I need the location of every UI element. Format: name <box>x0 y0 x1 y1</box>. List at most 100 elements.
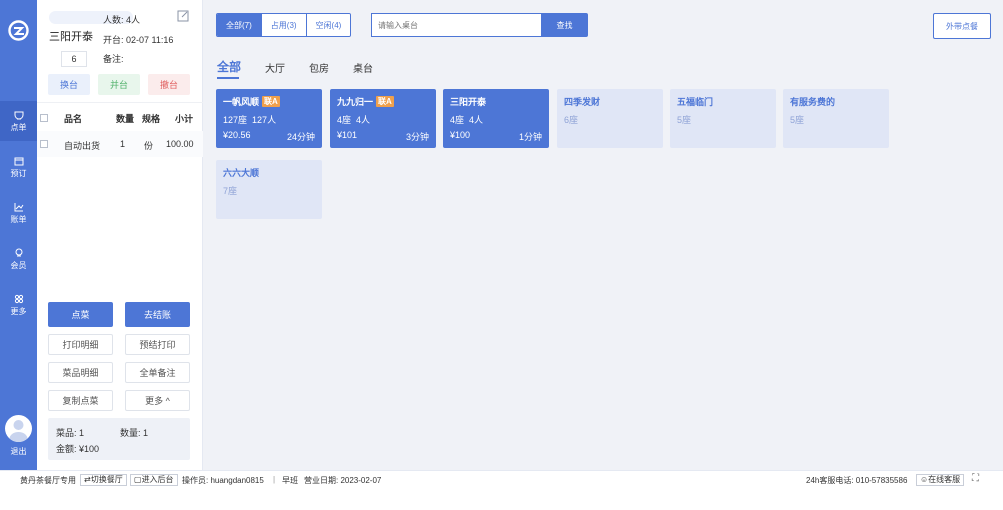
nav-label-booking: 预订 <box>10 168 27 178</box>
table-card[interactable]: 四季发财 6座 <box>557 89 663 148</box>
operator: 操作员: huangdan0815 <box>182 476 264 485</box>
more-button[interactable]: 更多 ^ <box>125 390 190 411</box>
nav-label-member: 会员 <box>10 260 27 270</box>
table-card[interactable]: 五福临门 5座 <box>670 89 776 148</box>
card-amount: ¥101 <box>337 130 358 140</box>
merge-table-button[interactable]: 并台 <box>98 74 140 95</box>
table-area: 全部(7) 占用(3) 空闲(4) 查找 外带点餐 全部 大厅 包房 桌台 一帆… <box>203 0 1003 470</box>
card-name: 六六大顺 <box>223 168 260 178</box>
table-card[interactable]: 一帆风顺 联A 127座 127人 ¥20.56 24分钟 <box>216 89 322 148</box>
col-qty: 数量 <box>116 114 135 124</box>
all-remark-button[interactable]: 全单备注 <box>125 362 190 383</box>
exit-button[interactable]: 退出 <box>0 446 37 457</box>
side-nav: 点单 预订 账单 会员 更多 退出 <box>0 0 37 470</box>
row-subtotal: 100.00 <box>166 139 194 149</box>
switch-restaurant-button[interactable]: ⇄切换餐厅 <box>80 474 127 486</box>
col-subtotal: 小计 <box>175 114 194 124</box>
page-bottom <box>0 488 1003 510</box>
nav-item-more[interactable]: 更多 <box>0 285 37 325</box>
calendar-icon <box>14 157 23 165</box>
search-input[interactable] <box>371 13 541 37</box>
card-duration: 3分钟 <box>405 132 429 142</box>
summary-quantity: 数量: 1 <box>120 428 149 438</box>
table-card[interactable]: 九九归一 联A 4座 4人 ¥101 3分钟 <box>330 89 436 148</box>
select-all-checkbox[interactable] <box>40 114 48 122</box>
nav-label-more: 更多 <box>10 306 27 316</box>
nav-item-bills[interactable]: 账单 <box>0 193 37 233</box>
area-tab-room[interactable]: 包房 <box>309 60 329 75</box>
nav-label-order: 点单 <box>10 122 27 132</box>
dish-detail-button[interactable]: 菜品明细 <box>48 362 113 383</box>
table-name: 三阳开泰 <box>49 31 93 43</box>
area-tab-all[interactable]: 全部 <box>217 58 241 75</box>
nav-item-booking[interactable]: 预订 <box>0 147 37 187</box>
area-tab-table[interactable]: 桌台 <box>353 60 373 75</box>
search-button[interactable]: 查找 <box>541 13 588 37</box>
table-card[interactable]: 六六大顺 7座 <box>216 160 322 219</box>
card-amount: ¥100 <box>450 130 471 140</box>
summary-amount: 金额: ¥100 <box>56 444 100 454</box>
card-people: 127人 <box>252 115 277 125</box>
guest-count: 人数: 4人 <box>103 15 141 25</box>
order-panel: 三阳开泰 6 人数: 4人 开台: 02-07 11:16 备注: 换台 并台 … <box>37 0 203 470</box>
area-tab-underline <box>217 77 239 79</box>
business-date: 营业日期: 2023-02-07 <box>304 476 382 485</box>
app-logo <box>8 20 29 41</box>
chart-icon <box>14 202 23 211</box>
checkout-button[interactable]: 去结账 <box>125 302 190 327</box>
shift: 早班 <box>282 476 298 485</box>
filter-all[interactable]: 全部(7) <box>217 14 262 36</box>
member-icon <box>15 248 22 256</box>
open-time: 开台: 02-07 11:16 <box>103 35 174 45</box>
card-seats: 7座 <box>223 186 238 196</box>
copy-order-button[interactable]: 复制点菜 <box>48 390 113 411</box>
card-name: 一帆风顺 <box>223 97 260 107</box>
avatar[interactable] <box>5 415 32 442</box>
card-seats: 127座 <box>223 115 248 125</box>
remark: 备注: <box>103 54 124 64</box>
filter-occupied[interactable]: 占用(3) <box>261 14 307 36</box>
summary-dishes: 菜品: 1 <box>56 428 85 438</box>
filter-free[interactable]: 空闲(4) <box>306 14 351 36</box>
table-card[interactable]: 三阳开泰 4座 4人 ¥100 1分钟 <box>443 89 549 148</box>
card-duration: 1分钟 <box>518 132 542 142</box>
online-service-button[interactable]: ☺在线客服 <box>916 474 965 486</box>
linked-badge: 联A <box>376 96 394 107</box>
linked-badge: 联A <box>262 96 280 107</box>
card-people: 4人 <box>469 115 484 125</box>
order-table-header: 品名 数量 规格 小计 <box>37 102 203 130</box>
status-filter: 全部(7) 占用(3) 空闲(4) <box>216 13 352 37</box>
grid-icon <box>14 294 23 303</box>
order-summary: 菜品: 1 数量: 1 金额: ¥100 <box>48 418 190 460</box>
print-detail-button[interactable]: 打印明细 <box>48 334 113 355</box>
cup-icon <box>14 111 23 119</box>
nav-label-bills: 账单 <box>10 214 27 224</box>
service-hotline: 24h客服电话: 010-57835586 <box>806 476 908 485</box>
card-seats: 4座 <box>450 115 465 125</box>
backend-button[interactable]: ▢进入后台 <box>130 474 178 486</box>
card-name: 九九归一 <box>337 97 374 107</box>
row-unit: 份 <box>144 141 154 151</box>
card-people: 4人 <box>356 115 371 125</box>
table-count-input[interactable]: 6 <box>61 51 87 67</box>
pre-print-button[interactable]: 预结打印 <box>125 334 190 355</box>
row-checkbox[interactable] <box>40 140 48 148</box>
table-row[interactable]: 自动出货 1 份 100.00 <box>37 131 203 157</box>
card-name: 三阳开泰 <box>450 97 487 107</box>
card-amount: ¥20.56 <box>223 130 251 140</box>
divider: | <box>273 475 276 484</box>
fullscreen-icon[interactable]: ⛶ <box>972 473 979 484</box>
nav-item-order[interactable]: 点单 <box>0 101 37 141</box>
table-card[interactable]: 有服务费的 5座 <box>783 89 889 148</box>
edit-icon[interactable] <box>177 10 189 22</box>
user-icon <box>9 420 28 442</box>
swap-table-button[interactable]: 换台 <box>48 74 90 95</box>
col-name: 品名 <box>64 114 83 124</box>
order-dish-button[interactable]: 点菜 <box>48 302 113 327</box>
row-qty: 1 <box>120 139 126 149</box>
nav-item-member[interactable]: 会员 <box>0 239 37 279</box>
area-tab-hall[interactable]: 大厅 <box>265 60 285 75</box>
cancel-table-button[interactable]: 撤台 <box>148 74 190 95</box>
row-name: 自动出货 <box>64 141 101 151</box>
takeout-button[interactable]: 外带点餐 <box>933 13 991 39</box>
